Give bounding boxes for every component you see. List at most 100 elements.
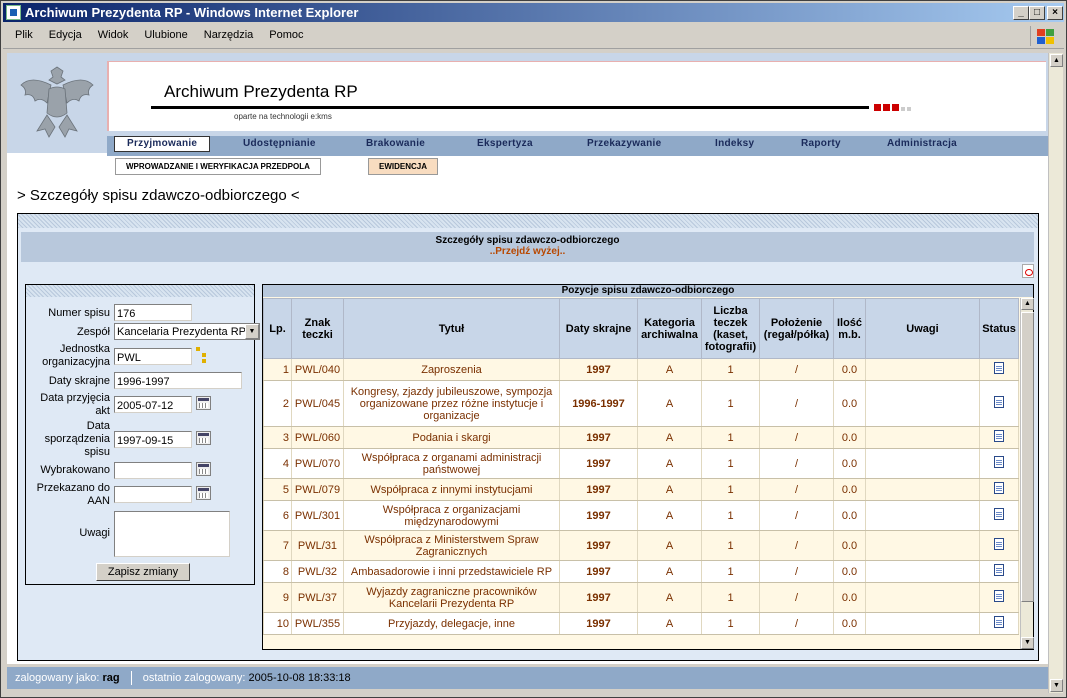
spis-form: Numer spisu Zespół Kancelaria Prezydenta… xyxy=(25,284,260,585)
table-scrollbar[interactable]: ▲ ▼ xyxy=(1020,298,1034,649)
cell-ilosc: 0.0 xyxy=(833,582,866,613)
calendar-icon[interactable] xyxy=(196,462,211,476)
wybrakowano-input[interactable] xyxy=(114,462,192,479)
table-row[interactable]: 7 PWL/31 Współpraca z Ministerstwem Spraw … xyxy=(263,530,1019,561)
document-icon[interactable] xyxy=(994,456,1004,468)
go-up-link[interactable]: ..Przejdź wyżej.. xyxy=(21,246,1034,257)
daty-input[interactable] xyxy=(114,372,242,389)
menu-plik[interactable]: Plik xyxy=(15,29,33,41)
document-icon[interactable] xyxy=(994,616,1004,628)
banner: Archiwum Prezydenta RP oparte na technol… xyxy=(107,61,1046,131)
document-icon[interactable] xyxy=(994,564,1004,576)
cell-ilosc: 0.0 xyxy=(833,380,866,427)
title-bar: Archiwum Prezydenta RP - Windows Interne… xyxy=(3,3,1064,22)
scroll-up-icon[interactable]: ▲ xyxy=(1021,298,1034,310)
cell-uwagi xyxy=(865,358,980,381)
cell-daty: 1997 xyxy=(559,530,638,561)
calendar-icon[interactable] xyxy=(196,431,211,445)
cell-znak: PWL/301 xyxy=(291,500,344,531)
cell-kategoria: A xyxy=(637,560,702,583)
sporzadzenia-input[interactable] xyxy=(114,431,192,448)
cell-liczba: 1 xyxy=(701,582,760,613)
pdf-icon[interactable] xyxy=(1022,264,1034,278)
page-title: > Szczegóły spisu zdawczo-odbiorczego < xyxy=(17,187,300,204)
table-row[interactable]: 1 PWL/040 Zaproszenia 1997 A 1/0.0 xyxy=(263,358,1019,381)
minimize-button[interactable]: _ xyxy=(1013,6,1029,20)
table-row[interactable]: 3 PWL/060 Podania i skargi 1997 A 1/0.0 xyxy=(263,426,1019,449)
document-icon[interactable] xyxy=(994,508,1004,520)
col-tytul[interactable]: Tytuł xyxy=(343,298,560,359)
cell-ilosc: 0.0 xyxy=(833,560,866,583)
col-lp[interactable]: Lp. xyxy=(263,298,292,359)
col-status[interactable]: Status xyxy=(979,298,1019,359)
document-icon[interactable] xyxy=(994,590,1004,602)
save-button[interactable]: Zapisz zmiany xyxy=(96,563,190,581)
cell-tytul: Współpraca z organami administracji pańs… xyxy=(343,448,560,479)
tab-udostepnianie[interactable]: Udostępnianie xyxy=(243,138,316,149)
przekazano-input[interactable] xyxy=(114,486,192,503)
tab-raporty[interactable]: Raporty xyxy=(801,138,841,149)
scroll-down-icon[interactable]: ▼ xyxy=(1050,679,1063,692)
positions-table: Lp. Znak teczki Tytuł Daty skrajne Kateg… xyxy=(263,298,1019,635)
col-uwagi[interactable]: Uwagi xyxy=(865,298,980,359)
scroll-down-icon[interactable]: ▼ xyxy=(1021,637,1034,649)
cell-tytul: Ambasadorowie i inni przedstawiciele RP xyxy=(343,560,560,583)
col-kategoria[interactable]: Kategoria archiwalna xyxy=(637,298,702,359)
table-row[interactable]: 8 PWL/32 Ambasadorowie i inni przedstawici… xyxy=(263,560,1019,583)
jednostka-input[interactable] xyxy=(114,348,192,365)
jednostka-label: Jednostka organizacyjna xyxy=(42,343,110,368)
tab-przekazywanie[interactable]: Przekazywanie xyxy=(587,138,662,149)
calendar-icon[interactable] xyxy=(196,396,211,410)
cell-status xyxy=(979,612,1019,635)
cell-polozenie: / xyxy=(759,358,834,381)
document-icon[interactable] xyxy=(994,396,1004,408)
table-row[interactable]: 10 PWL/355 Przyjazdy, delegacje, inne 1997 A… xyxy=(263,612,1019,635)
close-button[interactable]: × xyxy=(1047,6,1063,20)
col-daty[interactable]: Daty skrajne xyxy=(559,298,638,359)
menu-ulubione[interactable]: Ulubione xyxy=(144,29,187,41)
calendar-icon[interactable] xyxy=(196,486,211,500)
menu-edycja[interactable]: Edycja xyxy=(49,29,82,41)
table-row[interactable]: 5 PWL/079 Współpraca z innymi instytucjami… xyxy=(263,478,1019,501)
tab-ekspertyza[interactable]: Ekspertyza xyxy=(477,138,533,149)
zespol-select[interactable]: Kancelaria Prezydenta RP ▼ xyxy=(114,323,260,340)
cell-tytul: Zaproszenia xyxy=(343,358,560,381)
tab-indeksy[interactable]: Indeksy xyxy=(715,138,754,149)
tab-brakowanie[interactable]: Brakowanie xyxy=(366,138,425,149)
menu-pomoc[interactable]: Pomoc xyxy=(269,29,303,41)
table-row[interactable]: 6 PWL/301 Współpraca z organizacjami międz… xyxy=(263,500,1019,531)
cell-uwagi xyxy=(865,500,980,531)
subtab-wprowadzanie[interactable]: WPROWADZANIE I WERYFIKACJA PRZEDPOLA xyxy=(115,158,321,175)
zespol-label: Zespół xyxy=(76,326,110,338)
col-polozenie[interactable]: Położenie (regał/półka) xyxy=(759,298,834,359)
numer-input[interactable] xyxy=(114,304,192,321)
uwagi-textarea[interactable] xyxy=(114,511,230,557)
document-icon[interactable] xyxy=(994,362,1004,374)
table-row[interactable]: 4 PWL/070 Współpraca z organami administra… xyxy=(263,448,1019,479)
site-title: Archiwum Prezydenta RP xyxy=(164,82,358,101)
document-icon[interactable] xyxy=(994,482,1004,494)
subtab-ewidencja[interactable]: EWIDENCJA xyxy=(368,158,439,175)
cell-ilosc: 0.0 xyxy=(833,426,866,449)
tree-picker-icon[interactable] xyxy=(196,347,208,363)
col-znak[interactable]: Znak teczki xyxy=(291,298,344,359)
menu-widok[interactable]: Widok xyxy=(98,29,129,41)
col-liczba[interactable]: Liczba teczek (kaset, fotografii) xyxy=(701,298,760,359)
przyjecia-input[interactable] xyxy=(114,396,192,413)
maximize-button[interactable]: □ xyxy=(1029,6,1045,20)
banner-dots xyxy=(874,102,913,114)
table-header-row: Lp. Znak teczki Tytuł Daty skrajne Kateg… xyxy=(263,298,1019,359)
page-scrollbar[interactable]: ▲ ▼ xyxy=(1048,53,1063,693)
tab-przyjmowanie[interactable]: Przyjmowanie xyxy=(114,136,211,152)
document-icon[interactable] xyxy=(994,538,1004,550)
col-ilosc[interactable]: Ilość m.b. xyxy=(833,298,866,359)
details-header: Szczegóły spisu zdawczo-odbiorczego ..Pr… xyxy=(21,232,1034,262)
cell-lp: 1 xyxy=(263,358,292,381)
tab-administracja[interactable]: Administracja xyxy=(887,138,957,149)
table-row[interactable]: 2 PWL/045 Kongresy, zjazdy jubileuszowe, s… xyxy=(263,380,1019,427)
scroll-thumb[interactable] xyxy=(1021,312,1034,602)
scroll-up-icon[interactable]: ▲ xyxy=(1050,54,1063,67)
table-row[interactable]: 9 PWL/37 Wyjazdy zagraniczne pracowników K… xyxy=(263,582,1019,613)
document-icon[interactable] xyxy=(994,430,1004,442)
menu-narzedzia[interactable]: Narzędzia xyxy=(204,29,254,41)
